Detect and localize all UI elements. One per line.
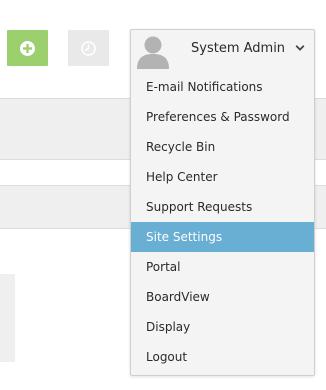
user-menu-list: E-mail Notifications Preferences & Passw… bbox=[131, 72, 314, 372]
menu-item-display[interactable]: Display bbox=[131, 312, 314, 342]
clock-button[interactable] bbox=[68, 30, 109, 66]
user-name: System Admin bbox=[191, 41, 286, 56]
menu-item-logout[interactable]: Logout bbox=[131, 342, 314, 372]
menu-item-help-center[interactable]: Help Center bbox=[131, 162, 314, 192]
menu-item-site-settings[interactable]: Site Settings bbox=[131, 222, 314, 252]
user-menu-dropdown: System Admin E-mail Notifications Prefer… bbox=[130, 29, 315, 376]
add-button[interactable] bbox=[7, 30, 48, 66]
user-menu-toggle[interactable]: System Admin bbox=[131, 30, 314, 71]
clock-icon bbox=[81, 41, 96, 56]
menu-item-preferences-password[interactable]: Preferences & Password bbox=[131, 102, 314, 132]
menu-item-portal[interactable]: Portal bbox=[131, 252, 314, 282]
menu-item-email-notifications[interactable]: E-mail Notifications bbox=[131, 72, 314, 102]
menu-item-boardview[interactable]: BoardView bbox=[131, 282, 314, 312]
user-silhouette-icon bbox=[137, 36, 169, 69]
plus-circle-icon bbox=[20, 41, 35, 56]
menu-item-support-requests[interactable]: Support Requests bbox=[131, 192, 314, 222]
chevron-down-icon[interactable] bbox=[295, 44, 305, 52]
menu-item-recycle-bin[interactable]: Recycle Bin bbox=[131, 132, 314, 162]
background-panel bbox=[0, 274, 15, 362]
